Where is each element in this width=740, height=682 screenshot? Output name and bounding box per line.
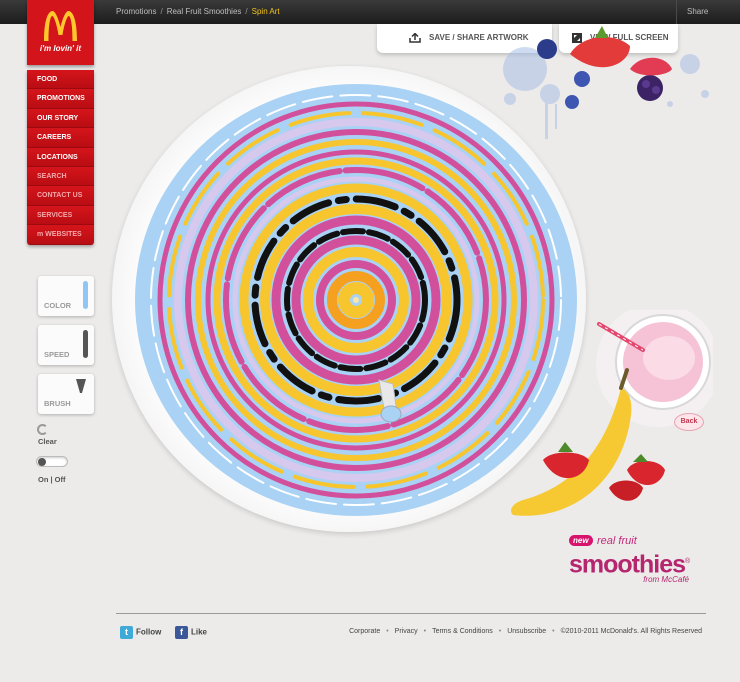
top-bar: Promotions / Real Fruit Smoothies / Spin Art… [0,0,740,24]
on-off-toggle[interactable] [36,456,68,467]
clear-label[interactable]: Clear [38,437,57,446]
nav-item-promotions[interactable]: PROMOTIONS [27,89,94,109]
logo-tagline: i'm lovin' it [39,44,82,53]
arches-mini-icon: m [37,231,46,239]
brush-tool[interactable]: BRUSH [38,374,94,414]
on-off-label: On | Off [38,475,66,484]
nav-item-locations[interactable]: LOCATIONS [27,147,94,167]
share-button[interactable]: Share [676,0,740,24]
main-nav: FOOD PROMOTIONS OUR STORY CAREERS LOCATI… [27,70,94,245]
brand-line-1: real fruit [597,534,637,547]
color-tool-label: COLOR [44,301,72,310]
breadcrumb: Promotions / Real Fruit Smoothies / Spin Art [116,7,280,16]
registered-mark: ® [685,558,690,565]
nav-item-food[interactable]: FOOD [27,70,94,90]
nav-item-contact-us[interactable]: CONTACT US [27,186,94,206]
speed-tool-label: SPEED [44,350,70,359]
footer-link-privacy[interactable]: Privacy [395,628,418,635]
breadcrumb-smoothies[interactable]: Real Fruit Smoothies [167,7,242,16]
breadcrumb-promotions[interactable]: Promotions [116,7,156,16]
footer-link-unsubscribe[interactable]: Unsubscribe [507,628,546,635]
breadcrumb-spin-art: Spin Art [251,7,280,16]
footer-links: Corporate • Privacy • Terms & Conditions • Uns… [349,628,702,635]
color-tool[interactable]: COLOR [38,276,94,316]
twitter-icon: t [120,626,133,639]
follow-label: Follow [136,627,162,637]
strawberry-icon [570,36,630,68]
twitter-follow-link[interactable]: t Follow [120,626,161,639]
spin-art-canvas[interactable] [135,84,577,516]
upload-icon [409,32,421,43]
nav-item-websites-label: WEBSITES [45,231,82,239]
speed-indicator [83,330,88,358]
back-button[interactable]: Back [674,413,704,431]
toggle-knob [38,458,46,466]
nav-item-careers[interactable]: CAREERS [27,128,94,148]
brush-icon [76,379,86,393]
nav-item-our-story[interactable]: OUR STORY [27,108,94,129]
brand-line-2: smoothies [569,550,686,579]
speed-tool[interactable]: SPEED [38,325,94,365]
facebook-like-link[interactable]: f Like [175,626,207,639]
nav-item-services[interactable]: SERVICES [27,205,94,226]
new-badge: new [569,535,593,547]
brush-tool-label: BRUSH [44,399,71,408]
footer: t Follow f Like Corporate • Privacy • Terms & … [116,613,706,639]
like-label: Like [191,627,208,637]
footer-link-terms[interactable]: Terms & Conditions [432,628,493,635]
footer-link-corporate[interactable]: Corporate [349,628,380,635]
golden-arches-icon [44,11,77,41]
smoothies-brand: new real fruit smoothies® from McCafé [569,532,719,584]
blueberry-icon [537,39,557,59]
clear-icon[interactable] [37,424,48,435]
facebook-icon: f [175,626,188,639]
nav-item-websites[interactable]: m WEBSITES [27,225,94,245]
mcdonalds-logo[interactable]: i'm lovin' it [27,0,94,65]
footer-copyright: ©2010-2011 McDonald's. All Rights Reserv… [560,628,702,635]
nav-item-search[interactable]: SEARCH [27,166,94,187]
color-swatch [83,281,88,309]
